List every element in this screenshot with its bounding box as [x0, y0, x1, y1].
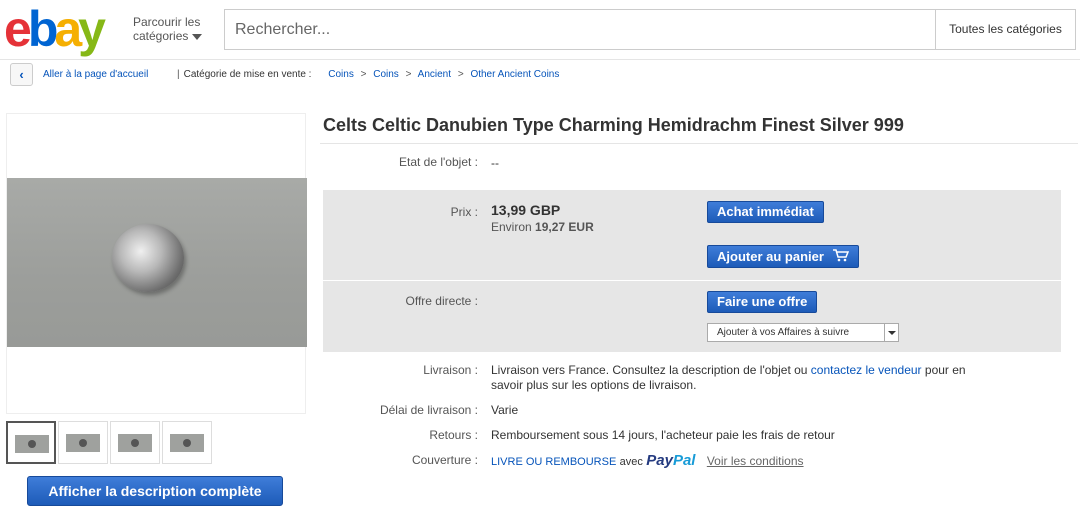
thumbnail-4[interactable]: [162, 421, 212, 464]
price-value: 13,99 GBP: [491, 202, 561, 218]
add-to-watchlist-select[interactable]: Ajouter à vos Affaires à suivre: [707, 323, 899, 342]
browse-label-line1: Parcourir les: [133, 15, 201, 29]
crumb-other-ancient-coins[interactable]: Other Ancient Coins: [470, 69, 559, 80]
add-to-cart-label: Ajouter au panier: [717, 249, 824, 264]
coin-image: [112, 224, 184, 292]
coverage-label: Couverture :: [411, 453, 478, 467]
category-select[interactable]: Toutes les catégories: [935, 10, 1075, 49]
delivery-delay-label: Délai de livraison :: [379, 403, 478, 417]
divider: [320, 143, 1078, 144]
condition-value: --: [491, 156, 499, 170]
breadcrumb: ‹ Aller à la page d'accueil | Catégorie d…: [10, 63, 1070, 87]
cart-icon: [832, 247, 849, 268]
coverage-info: LIVRE OU REMBOURSE avec PayPal Voir les …: [491, 452, 804, 469]
item-photo[interactable]: [7, 178, 307, 347]
offer-panel: [323, 281, 1061, 352]
contact-seller-link[interactable]: contactez le vendeur: [811, 363, 922, 377]
returns-label: Retours :: [429, 428, 478, 442]
approx-price: Environ 19,27 EUR: [491, 220, 594, 234]
condition-label: Etat de l'objet :: [398, 155, 478, 169]
item-title: Celts Celtic Danubien Type Charming Hemi…: [323, 115, 904, 135]
ebay-logo[interactable]: ebay: [4, 4, 106, 54]
thumbnail-3[interactable]: [110, 421, 160, 464]
price-label: Prix :: [450, 205, 478, 219]
category-path: | Catégorie de mise en vente : Coins > Co…: [177, 69, 560, 80]
add-to-cart-button[interactable]: Ajouter au panier: [707, 245, 859, 268]
caret-down-icon: [192, 33, 203, 40]
watchlist-label: Ajouter à vos Affaires à suivre: [717, 327, 850, 338]
shipping-label: Livraison :: [423, 363, 478, 377]
crumb-coins-2[interactable]: Coins: [373, 69, 399, 80]
price-panel: [323, 190, 1061, 280]
main-image-viewer[interactable]: [6, 113, 307, 414]
crumb-ancient[interactable]: Ancient: [418, 69, 451, 80]
browse-label-line2: catégories: [133, 29, 189, 43]
buy-now-button[interactable]: Achat immédiat: [707, 201, 824, 223]
home-link[interactable]: Aller à la page d'accueil: [43, 63, 148, 87]
header: ebay Parcourir les catégories Toutes les…: [0, 0, 1080, 60]
category-label: Catégorie de mise en vente :: [183, 69, 312, 80]
chevron-down-icon[interactable]: [884, 324, 898, 341]
browse-categories-button[interactable]: Parcourir les catégories: [133, 15, 203, 43]
returns-value: Remboursement sous 14 jours, l'acheteur …: [491, 428, 835, 442]
search-input[interactable]: [225, 10, 934, 49]
show-full-description-button[interactable]: Afficher la description complète: [27, 476, 283, 506]
thumbnail-strip: [6, 421, 212, 464]
paypal-logo: PayPal: [646, 452, 696, 469]
offer-label: Offre directe :: [405, 294, 478, 308]
money-back-guarantee-link[interactable]: LIVRE OU REMBOURSE: [491, 456, 616, 468]
delivery-delay-value: Varie: [491, 403, 519, 417]
search-bar: Toutes les catégories: [224, 9, 1076, 50]
thumbnail-1[interactable]: [6, 421, 56, 464]
thumbnail-2[interactable]: [58, 421, 108, 464]
shipping-info: Livraison vers France. Consultez la desc…: [491, 363, 966, 392]
make-offer-button[interactable]: Faire une offre: [707, 291, 818, 313]
back-chevron-icon[interactable]: ‹: [10, 63, 33, 86]
see-conditions-link[interactable]: Voir les conditions: [707, 454, 804, 468]
crumb-coins-1[interactable]: Coins: [328, 69, 354, 80]
